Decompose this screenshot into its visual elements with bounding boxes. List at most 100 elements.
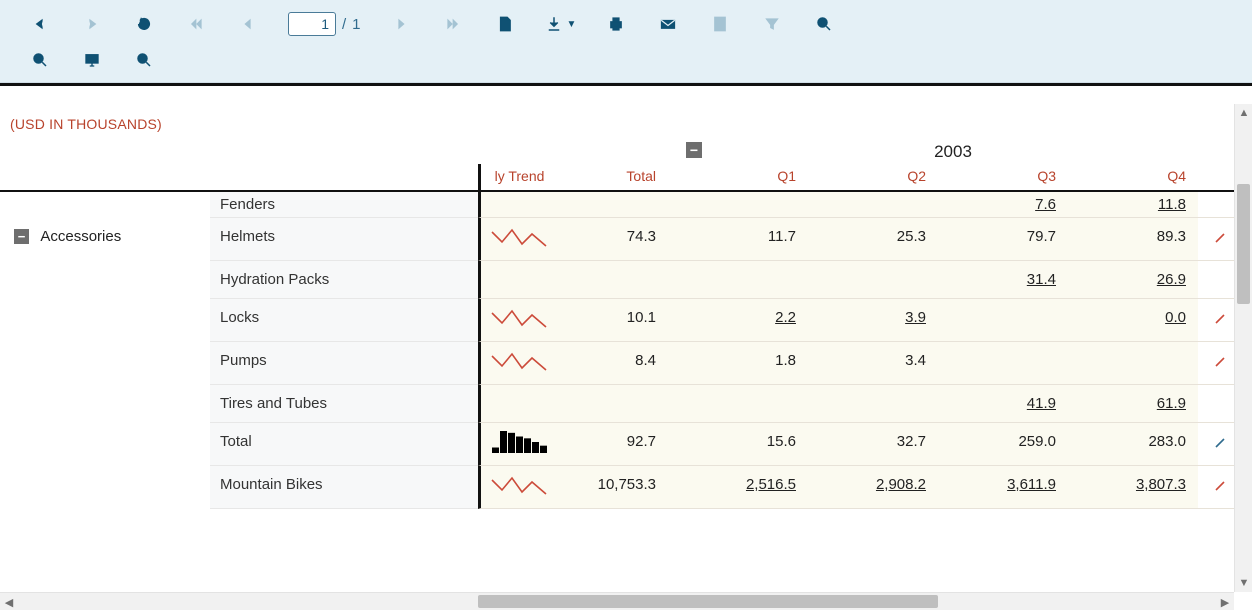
next-page-button[interactable] xyxy=(389,12,413,36)
total-cell xyxy=(558,385,668,423)
q2-cell: 2,908.2 xyxy=(808,466,938,509)
vertical-scrollbar[interactable]: ▲ ▼ xyxy=(1234,104,1252,592)
col-q4: Q4 xyxy=(1068,164,1198,192)
trend-cell xyxy=(478,261,558,299)
scroll-up-icon[interactable]: ▲ xyxy=(1235,104,1252,122)
tail-trend-cell xyxy=(1198,342,1234,385)
group-accessories: − Accessories xyxy=(0,218,210,261)
trend-cell xyxy=(478,192,558,218)
page-sep: / xyxy=(342,16,346,33)
total-cell xyxy=(558,192,668,218)
new-document-button[interactable] xyxy=(493,12,517,36)
tail-trend-cell xyxy=(1198,192,1234,218)
subcategory-cell: Locks xyxy=(210,299,478,342)
page-total: 1 xyxy=(352,16,360,33)
q3-cell xyxy=(938,299,1068,342)
fullscreen-button[interactable] xyxy=(80,48,104,72)
q4-cell: 11.8 xyxy=(1068,192,1198,218)
scroll-left-icon[interactable]: ◀ xyxy=(0,593,18,610)
first-page-button[interactable] xyxy=(184,12,208,36)
q2-cell: 25.3 xyxy=(808,218,938,261)
group-label: Accessories xyxy=(40,228,121,245)
col-trend: ly Trend xyxy=(478,164,558,192)
back-button[interactable] xyxy=(28,12,52,36)
forward-button[interactable] xyxy=(80,12,104,36)
print-button[interactable] xyxy=(604,12,628,36)
total-cell: 10,753.3 xyxy=(558,466,668,509)
q3-cell: 259.0 xyxy=(938,423,1068,466)
q2-cell: 32.7 xyxy=(808,423,938,466)
q1-cell xyxy=(668,385,808,423)
q4-cell: 26.9 xyxy=(1068,261,1198,299)
email-button[interactable] xyxy=(656,12,680,36)
subcategory-cell: Mountain Bikes xyxy=(210,466,478,509)
report-body: (USD IN THOUSANDS) − 2003 xyxy=(0,104,1234,509)
refresh-button[interactable] xyxy=(132,12,156,36)
q4-cell: 0.0 xyxy=(1068,299,1198,342)
zoom-out-button[interactable] xyxy=(28,48,52,72)
horizontal-scroll-thumb[interactable] xyxy=(478,595,938,608)
q3-cell xyxy=(938,342,1068,385)
q4-cell: 61.9 xyxy=(1068,385,1198,423)
collapse-year-button[interactable]: − xyxy=(686,142,702,158)
q1-cell: 1.8 xyxy=(668,342,808,385)
subcategory-cell: Total xyxy=(210,423,478,466)
vertical-scroll-thumb[interactable] xyxy=(1237,184,1250,304)
last-page-button[interactable] xyxy=(441,12,465,36)
find-button[interactable] xyxy=(132,48,156,72)
trend-cell xyxy=(478,466,558,509)
total-cell: 92.7 xyxy=(558,423,668,466)
q4-cell: 89.3 xyxy=(1068,218,1198,261)
tail-trend-cell xyxy=(1198,385,1234,423)
q4-cell: 3,807.3 xyxy=(1068,466,1198,509)
page-indicator: / 1 xyxy=(288,12,361,36)
tail-trend-cell xyxy=(1198,466,1234,509)
q1-cell: 2.2 xyxy=(668,299,808,342)
q3-cell: 7.6 xyxy=(938,192,1068,218)
q1-cell: 11.7 xyxy=(668,218,808,261)
horizontal-scrollbar[interactable]: ◀ ▶ xyxy=(0,592,1234,610)
page-number-input[interactable] xyxy=(288,12,336,36)
toolbar-row-2 xyxy=(0,42,1252,78)
toolbar-row-1: / 1 ▼ xyxy=(0,6,1252,42)
total-cell: 10.1 xyxy=(558,299,668,342)
collapse-group-button[interactable]: − xyxy=(14,229,29,244)
units-label: (USD IN THOUSANDS) xyxy=(0,104,1234,132)
document-map-button[interactable] xyxy=(708,12,732,36)
q3-cell: 31.4 xyxy=(938,261,1068,299)
q1-cell: 15.6 xyxy=(668,423,808,466)
col-q1: Q1 xyxy=(668,164,808,192)
zoom-in-button[interactable] xyxy=(812,12,836,36)
q4-cell xyxy=(1068,342,1198,385)
year-header: − 2003 xyxy=(668,132,1234,164)
col-q3: Q3 xyxy=(938,164,1068,192)
q3-cell: 3,611.9 xyxy=(938,466,1068,509)
scroll-down-icon[interactable]: ▼ xyxy=(1235,574,1252,592)
subcategory-cell: Tires and Tubes xyxy=(210,385,478,423)
q1-cell xyxy=(668,192,808,218)
export-button[interactable]: ▼ xyxy=(545,15,577,33)
subcategory-cell: Fenders xyxy=(210,192,478,218)
q2-cell: 3.9 xyxy=(808,299,938,342)
q2-cell xyxy=(808,192,938,218)
q1-cell xyxy=(668,261,808,299)
trend-cell xyxy=(478,218,558,261)
trend-cell xyxy=(478,423,558,466)
prev-page-button[interactable] xyxy=(236,12,260,36)
scroll-right-icon[interactable]: ▶ xyxy=(1216,593,1234,610)
subcategory-cell: Helmets xyxy=(210,218,478,261)
year-label: 2003 xyxy=(934,142,972,161)
tail-trend-cell xyxy=(1198,299,1234,342)
subcategory-cell: Hydration Packs xyxy=(210,261,478,299)
q2-cell xyxy=(808,261,938,299)
filter-button[interactable] xyxy=(760,12,784,36)
total-cell: 8.4 xyxy=(558,342,668,385)
q4-cell: 283.0 xyxy=(1068,423,1198,466)
tail-trend-cell xyxy=(1198,218,1234,261)
trend-cell xyxy=(478,299,558,342)
subcategory-cell: Pumps xyxy=(210,342,478,385)
q3-cell: 79.7 xyxy=(938,218,1068,261)
q2-cell: 3.4 xyxy=(808,342,938,385)
q2-cell xyxy=(808,385,938,423)
top-divider xyxy=(0,83,1252,86)
